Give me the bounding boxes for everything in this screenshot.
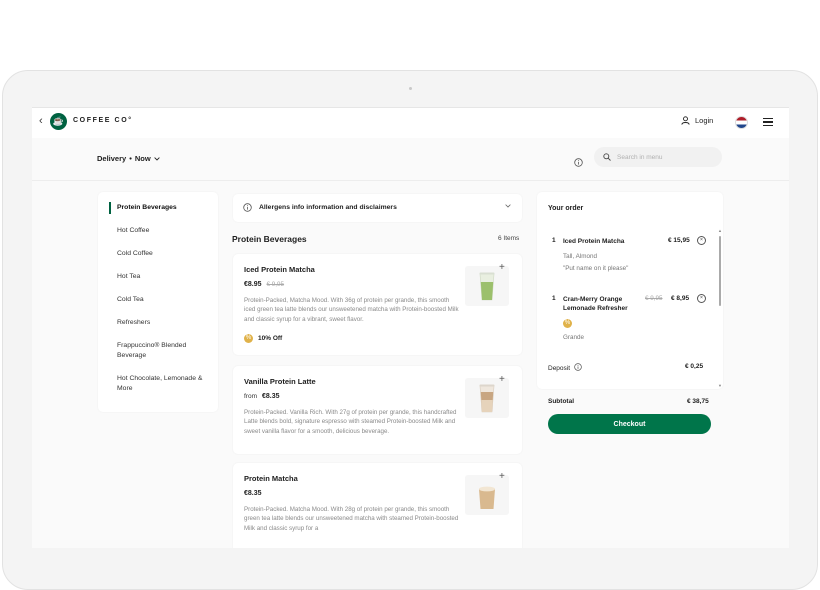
order-item-size: Grande	[563, 334, 585, 341]
menu-icon[interactable]	[763, 118, 773, 126]
login-label: Login	[695, 116, 714, 125]
category-sidebar: Protein Beverages Hot Coffee Cold Coffee…	[98, 192, 218, 412]
product-name: Protein Matcha	[244, 474, 298, 483]
back-icon[interactable]: ‹	[39, 115, 49, 129]
category-protein-beverages[interactable]: Protein Beverages	[117, 203, 212, 213]
product-price: €8.35	[244, 490, 262, 497]
time-label: Now	[134, 154, 151, 163]
scrollbar-thumb[interactable]	[719, 236, 721, 306]
promo-badge: % 10% Off	[244, 334, 282, 343]
category-refreshers[interactable]: Refreshers	[117, 318, 212, 328]
product-description: Protein-Packed. Vanilla Rich. With 27g o…	[244, 409, 457, 435]
category-hot-chocolate[interactable]: Hot Chocolate, Lemonade & More	[117, 374, 212, 394]
top-bar: ‹ ☕ COFFEE CO° Login	[32, 108, 789, 138]
remove-icon[interactable]: ×	[697, 236, 706, 245]
info-icon[interactable]	[574, 154, 583, 172]
order-item-note: "Put name on it please"	[563, 265, 629, 272]
user-icon	[681, 116, 690, 125]
promo-label: 10% Off	[258, 335, 283, 342]
product-name: Vanilla Protein Latte	[244, 377, 316, 386]
search-box[interactable]	[594, 147, 722, 167]
order-item-qty: 1	[552, 295, 556, 302]
active-indicator	[109, 202, 111, 214]
camera-dot	[409, 87, 412, 90]
add-plus-icon[interactable]: +	[499, 471, 505, 482]
login-button[interactable]: Login	[681, 116, 713, 125]
brand-name: COFFEE CO°	[73, 117, 133, 124]
info-icon[interactable]	[574, 363, 582, 373]
chevron-down-icon	[505, 203, 511, 210]
scroll-up-icon[interactable]: ▲	[718, 228, 722, 233]
category-hot-coffee[interactable]: Hot Coffee	[117, 226, 212, 236]
subtotal-label: Subtotal	[548, 398, 574, 405]
flag-icon[interactable]	[735, 116, 748, 129]
price-from-label: from	[244, 393, 257, 400]
product-old-price: € 9,95	[266, 281, 285, 288]
order-item-old-price: € 9,95	[645, 295, 663, 302]
section-count: 6 Items	[498, 235, 520, 242]
product-price: €8.35	[262, 393, 280, 400]
product-card[interactable]: Vanilla Protein Latte from €8.35 Protein…	[233, 366, 522, 454]
scroll-down-icon[interactable]: ▼	[718, 383, 722, 388]
order-item-price: € 15,95	[668, 237, 690, 244]
price-row: €8.35	[244, 490, 262, 497]
order-title: Your order	[548, 205, 584, 212]
deposit-label: Deposit	[548, 364, 571, 372]
category-cold-tea[interactable]: Cold Tea	[117, 295, 212, 305]
subtotal-value: € 38,75	[687, 398, 709, 405]
chevron-down-icon	[153, 154, 160, 163]
category-cold-coffee[interactable]: Cold Coffee	[117, 249, 212, 259]
app-screen: ‹ ☕ COFFEE CO° Login Delivery • Now Sear…	[32, 107, 789, 548]
delivery-selector[interactable]: Delivery • Now	[97, 154, 160, 163]
category-frappuccino[interactable]: Frappuccino® Blended Beverage	[117, 341, 212, 361]
order-item-name: Iced Protein Matcha	[563, 238, 625, 245]
deposit-value: € 0,25	[685, 363, 704, 370]
scrollbar[interactable]: ▲ ▼	[718, 228, 722, 388]
allergens-label: Allergens info information and disclaime…	[259, 204, 397, 211]
logo-icon[interactable]: ☕	[50, 113, 67, 130]
search-input[interactable]	[617, 153, 717, 161]
product-name: Iced Protein Matcha	[244, 265, 315, 274]
subtotal-row: Subtotal € 38,75	[537, 396, 723, 410]
order-item-qty: 1	[552, 237, 556, 244]
checkout-button[interactable]: Checkout	[548, 414, 711, 434]
product-description: Protein-Packed, Matcha Mood. With 36g of…	[244, 297, 459, 323]
order-item-note: Tall, Almond	[563, 253, 597, 260]
allergens-accordion[interactable]: Allergens info information and disclaime…	[233, 194, 522, 222]
order-item-name: Cran-Merry Orange Lemonade Refresher	[563, 296, 628, 312]
promo-icon: %	[244, 334, 253, 343]
remove-icon[interactable]: ×	[697, 294, 706, 303]
add-plus-icon[interactable]: +	[499, 262, 505, 273]
product-price: €8.95	[244, 281, 262, 288]
product-card[interactable]: Iced Protein Matcha €8.95 € 9,95 Protein…	[233, 254, 522, 355]
order-panel: Your order 1 Iced Protein Matcha € 15,95…	[537, 192, 723, 389]
search-icon	[603, 153, 611, 161]
info-icon	[243, 203, 252, 212]
delivery-label: Delivery	[97, 154, 127, 163]
sub-header: Delivery • Now	[32, 138, 789, 181]
price-row: €8.95 € 9,95	[244, 281, 284, 288]
add-plus-icon[interactable]: +	[499, 374, 505, 385]
product-description: Protein-Packed. Matcha Mood. With 28g of…	[244, 506, 459, 532]
section-title: Protein Beverages	[232, 234, 307, 244]
promo-icon: %	[563, 319, 572, 328]
price-row: from €8.35	[244, 393, 280, 400]
order-item-price: € 8,95	[671, 295, 690, 302]
category-hot-tea[interactable]: Hot Tea	[117, 272, 212, 282]
deposit-row: Deposit	[548, 363, 582, 373]
separator-dot: •	[129, 154, 132, 163]
product-card[interactable]: Protein Matcha €8.35 Protein-Packed. Mat…	[233, 463, 522, 548]
